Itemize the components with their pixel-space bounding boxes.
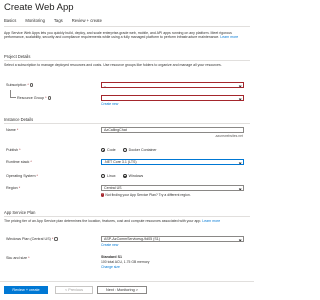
tab-review-create[interactable]: Review + create (72, 17, 102, 26)
resource-group-select[interactable] (101, 95, 244, 101)
publish-radio-group: Code Docker Container (101, 148, 157, 152)
runtime-stack-label: Runtime stack * (6, 160, 32, 164)
name-domain-suffix: .azurewebsites.net (214, 134, 243, 138)
page-title: Create Web App (4, 2, 74, 13)
info-icon (54, 237, 58, 241)
os-windows-label: Windows (128, 174, 144, 178)
intro-text: App Service Web Apps lets you quickly bu… (4, 31, 232, 40)
intro-description: App Service Web Apps lets you quickly bu… (4, 31, 248, 40)
subscription-label: Subscription * (6, 83, 33, 87)
tab-tags[interactable]: Tags (54, 17, 63, 26)
region-label: Region * (6, 186, 21, 190)
os-radio-group: Linux Windows (101, 174, 143, 178)
runtime-stack-select[interactable]: .NET Core 3.1 (LTS) (101, 159, 244, 165)
tab-basics[interactable]: Basics (4, 17, 17, 27)
app-service-plan-divider (4, 216, 250, 217)
tab-monitoring[interactable]: Monitoring (25, 17, 45, 26)
region-select[interactable]: Central US (101, 185, 244, 191)
subscription-select[interactable]: _ (101, 82, 244, 88)
publish-code-radio[interactable] (101, 148, 105, 152)
instance-details-heading: Instance Details (4, 117, 34, 122)
name-label: Name * (6, 128, 19, 132)
chevron-down-icon (238, 187, 242, 190)
chevron-down-icon (238, 97, 242, 100)
intro-learn-more-link[interactable]: Learn more (220, 35, 238, 39)
sku-name: Standard S1 (101, 255, 122, 259)
os-linux-label: Linux (107, 174, 116, 178)
resource-group-label: Resource Group * (17, 96, 51, 100)
windows-plan-select[interactable]: ASP-AzCommServicesg-9d05 (S1) (101, 236, 244, 242)
previous-button[interactable]: < Previous (55, 286, 93, 294)
tab-divider (4, 26, 250, 27)
project-details-divider (4, 60, 250, 61)
chevron-down-icon (238, 84, 242, 87)
region-warning: ! Not finding your App Service Plan? Try … (101, 193, 191, 197)
project-details-heading: Project Details (4, 54, 31, 59)
review-create-button[interactable]: Review + create (4, 286, 48, 294)
publish-code-label: Code (107, 148, 116, 152)
sku-label: Sku and size * (6, 256, 30, 260)
info-icon (47, 96, 51, 100)
publish-docker-radio[interactable] (122, 148, 127, 152)
footer-divider (0, 281, 254, 282)
warning-icon: ! (101, 193, 105, 197)
next-monitoring-button[interactable]: Next : Monitoring > (97, 286, 147, 294)
plan-text: The pricing tier of an App Service plan … (4, 219, 202, 223)
plan-create-new-link[interactable]: Create new (101, 243, 118, 247)
app-service-plan-description: The pricing tier of an App Service plan … (4, 219, 248, 223)
project-details-text: Select a subscription to manage deployed… (4, 63, 222, 67)
resource-group-create-new-link[interactable]: Create new (101, 102, 118, 106)
change-size-link[interactable]: Change size (101, 265, 120, 269)
os-windows-radio[interactable] (122, 174, 127, 178)
instance-details-divider (4, 123, 250, 124)
publish-label: Publish * (6, 148, 21, 152)
app-service-plan-heading: App Service Plan (4, 210, 36, 215)
sku-detail: 100 total ACU, 1.75 GB memory (101, 260, 150, 264)
chevron-down-icon (238, 161, 242, 164)
tab-bar: Basics Monitoring Tags Review + create (4, 17, 102, 27)
tree-connector (10, 90, 16, 98)
info-icon (29, 83, 33, 87)
plan-learn-more-link[interactable]: Learn more (202, 219, 220, 223)
publish-docker-label: Docker Container (128, 148, 157, 152)
operating-system-label: Operating System * (6, 174, 38, 178)
chevron-down-icon (238, 238, 242, 241)
name-input[interactable]: AzCallingChat (101, 127, 244, 133)
os-linux-radio[interactable] (101, 174, 105, 178)
windows-plan-label: Windows Plan (Central US) * (6, 237, 58, 241)
